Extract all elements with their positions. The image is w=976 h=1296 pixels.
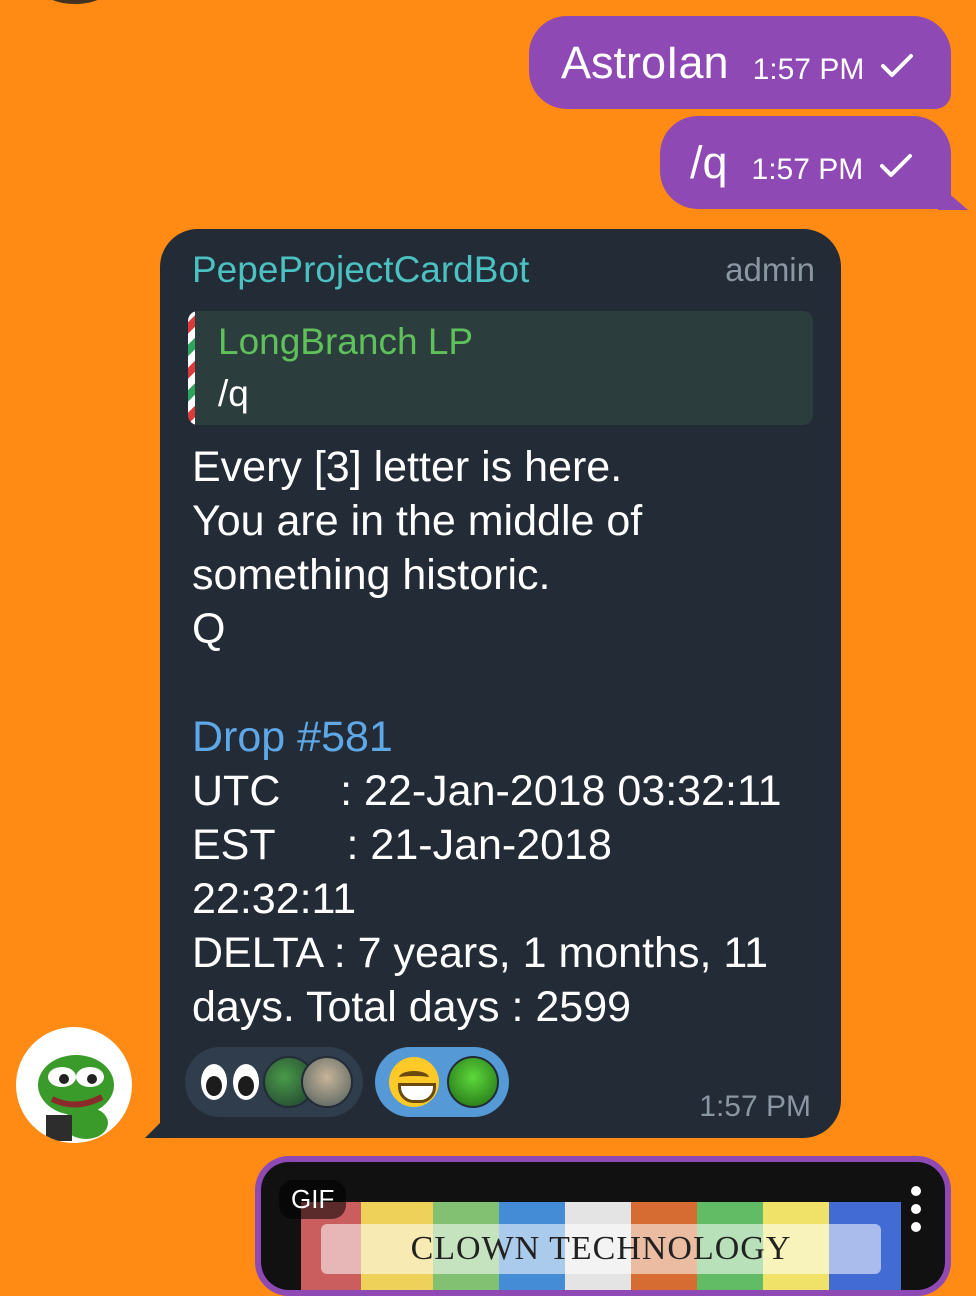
more-vertical-icon[interactable]	[911, 1186, 923, 1232]
reply-preview[interactable]: LongBranch LP /q	[188, 311, 813, 425]
sender-name[interactable]: PepeProjectCardBot	[192, 249, 529, 291]
admin-badge: admin	[725, 251, 815, 288]
gif-message[interactable]: CLOWN TECHNOLOGY GIF	[255, 1156, 951, 1296]
message-text-intro: Every [3] letter is here. You are in the…	[192, 443, 643, 653]
bot-message-card[interactable]: PepeProjectCardBot admin LongBranch LP /…	[160, 229, 841, 1138]
pepe-avatar-icon	[38, 1055, 114, 1141]
reaction-eyes[interactable]	[185, 1047, 363, 1117]
gif-title: CLOWN TECHNOLOGY	[321, 1224, 881, 1274]
outgoing-message-1[interactable]: AstroIan 1:57 PM	[529, 16, 951, 109]
reply-stripe	[188, 311, 195, 425]
reactions-bar	[185, 1047, 509, 1117]
drop-link[interactable]: Drop #581	[192, 713, 393, 761]
message-time: 1:57 PM	[699, 1090, 811, 1123]
message-body: Every [3] letter is here. You are in the…	[192, 440, 822, 1034]
message-text: /q	[690, 136, 728, 188]
avatar-green-person	[447, 1056, 499, 1108]
reply-author: LongBranch LP	[218, 321, 474, 362]
check-icon	[879, 153, 913, 184]
message-time: 1:57 PM	[751, 152, 864, 186]
message-time: 1:57 PM	[752, 52, 865, 86]
message-text-details: UTC : 22-Jan-2018 03:32:11 EST : 21-Jan-…	[192, 767, 782, 1031]
bot-avatar[interactable]	[16, 1027, 132, 1143]
gif-preview[interactable]: CLOWN TECHNOLOGY GIF	[261, 1162, 945, 1290]
previous-avatar-edge	[40, 0, 110, 4]
check-icon	[880, 53, 914, 84]
outgoing-message-2[interactable]: /q 1:57 PM	[660, 116, 951, 209]
reaction-grin[interactable]	[375, 1047, 509, 1117]
grinning-face-emoji	[389, 1057, 439, 1107]
message-text: AstroIan	[561, 36, 729, 88]
gif-badge: GIF	[279, 1180, 347, 1219]
avatar-person	[301, 1056, 353, 1108]
eyes-emoji	[199, 1058, 263, 1106]
reply-text: /q	[218, 373, 249, 414]
